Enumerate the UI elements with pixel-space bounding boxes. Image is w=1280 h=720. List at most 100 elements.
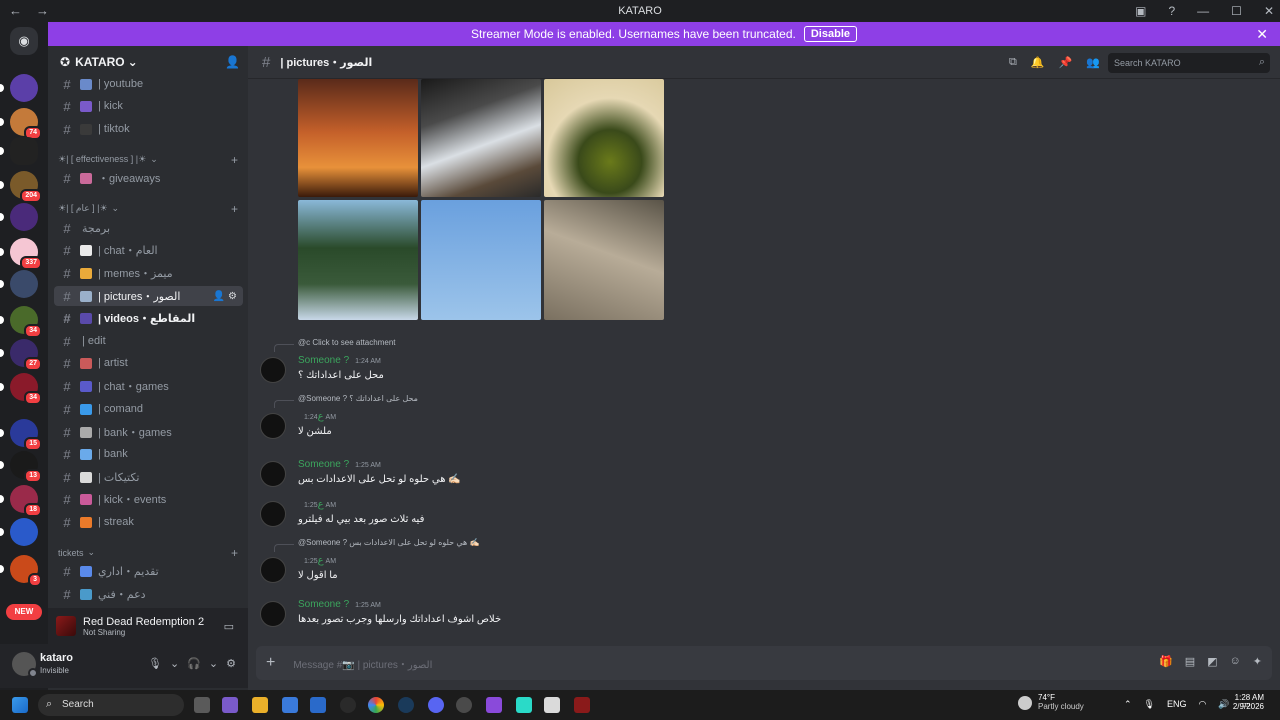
- language-indicator[interactable]: ENG: [1167, 699, 1187, 710]
- gift-icon[interactable]: 🎁: [1159, 655, 1173, 668]
- reply-preview[interactable]: @Someone ? هي حلوه لو تحل على الاعدادات …: [274, 538, 479, 552]
- close-window-button[interactable]: ✕: [1264, 4, 1274, 18]
- message-author[interactable]: Someone ?: [298, 599, 349, 610]
- reply-preview[interactable]: @c Click to see attachment: [274, 338, 396, 352]
- channel-item[interactable]: # | videos・المقاطع: [54, 308, 243, 328]
- channel-item[interactable]: # | chat・العام: [54, 240, 243, 260]
- forward-arrow-icon[interactable]: →: [36, 3, 49, 18]
- channel-item[interactable]: # | youtube: [54, 74, 243, 94]
- server-icon[interactable]: 337: [10, 238, 42, 270]
- server-icon[interactable]: 18: [10, 485, 42, 517]
- help-icon[interactable]: ?: [1168, 4, 1175, 18]
- channel-item[interactable]: # | kick: [54, 96, 243, 116]
- channel-category[interactable]: ☀| [ effectiveness ] |☀ ⌄ +: [58, 153, 238, 167]
- channel-item[interactable]: # | chat・games: [54, 376, 243, 396]
- pin-icon[interactable]: 📌: [1059, 56, 1073, 69]
- headphones-icon[interactable]: 🎧: [187, 657, 201, 670]
- discord-icon[interactable]: [428, 697, 444, 713]
- channel-item[interactable]: # تقديم・اداري: [54, 561, 243, 581]
- server-icon[interactable]: 204: [10, 171, 42, 203]
- channel-item[interactable]: # | bank・games: [54, 422, 243, 442]
- server-icon[interactable]: 74: [10, 108, 42, 140]
- maximize-button[interactable]: ☐: [1231, 4, 1242, 18]
- mic-tray-icon[interactable]: 🎙: [1144, 699, 1155, 710]
- server-icon[interactable]: 15: [10, 419, 42, 451]
- close-icon[interactable]: ✕: [1256, 26, 1268, 43]
- server-icon[interactable]: 34: [10, 373, 42, 405]
- clock[interactable]: 1:28 AM 2/9/2026: [1233, 693, 1264, 711]
- add-attachment-icon[interactable]: +: [266, 654, 275, 672]
- task-view-icon[interactable]: [194, 697, 210, 713]
- channel-category[interactable]: tickets ⌄ +: [58, 546, 238, 560]
- chevron-down-icon[interactable]: ⌄: [209, 657, 218, 670]
- gear-icon[interactable]: ⚙: [228, 291, 237, 302]
- invite-icon[interactable]: 👤: [213, 291, 225, 302]
- username[interactable]: kataro: [40, 652, 73, 664]
- settings-gear-icon[interactable]: ⚙: [226, 657, 236, 670]
- channel-item[interactable]: # | artist: [54, 353, 243, 373]
- channel-item[interactable]: # برمجة: [54, 218, 243, 238]
- attachment-image-clouds[interactable]: [544, 200, 664, 320]
- message-composer[interactable]: + Message #📷 | pictures・الصور 🎁 ▤ ◩ ☺ ✦: [256, 646, 1272, 680]
- add-channel-icon[interactable]: +: [231, 202, 238, 216]
- attachment-image-palm-trees[interactable]: [298, 200, 418, 320]
- attachment-image-flower-tree[interactable]: [544, 79, 664, 197]
- volume-icon[interactable]: 🔊: [1218, 699, 1229, 710]
- channel-item[interactable]: # | tiktok: [54, 119, 243, 139]
- discord-home-icon[interactable]: ◉: [10, 27, 38, 55]
- obs-icon[interactable]: [340, 697, 356, 713]
- server-icon[interactable]: [10, 518, 38, 546]
- hat-icon[interactable]: [544, 697, 560, 713]
- server-icon[interactable]: [10, 74, 38, 102]
- bell-icon[interactable]: 🔔: [1031, 56, 1045, 69]
- back-arrow-icon[interactable]: ←: [9, 3, 22, 18]
- threads-icon[interactable]: ⧉: [1009, 56, 1017, 69]
- member-list-icon[interactable]: 👥: [1086, 56, 1100, 69]
- channel-item[interactable]: # | bank: [54, 444, 243, 464]
- discord-active-icon[interactable]: [456, 697, 472, 713]
- taskbar-search[interactable]: ⌕ Search: [38, 694, 184, 716]
- channel-item[interactable]: # | pictures・الصور 👤 ⚙: [54, 286, 243, 306]
- add-channel-icon[interactable]: +: [231, 153, 238, 167]
- emoji-icon[interactable]: ☺: [1230, 655, 1241, 668]
- server-icon[interactable]: 27: [10, 339, 42, 371]
- server-icon[interactable]: 13: [10, 451, 42, 483]
- wifi-icon[interactable]: ◠: [1199, 699, 1207, 710]
- message-author[interactable]: Someone ?: [298, 355, 349, 366]
- apps-icon[interactable]: ✦: [1253, 655, 1262, 668]
- message-author[interactable]: ع: [318, 499, 324, 510]
- file-explorer-icon[interactable]: [252, 697, 268, 713]
- weather-widget[interactable]: 74°F Partly cloudy: [1018, 693, 1084, 711]
- server-icon[interactable]: 34: [10, 306, 42, 338]
- attachment-image-birds-sky[interactable]: [421, 200, 541, 320]
- rdr2-icon[interactable]: [574, 697, 590, 713]
- avatar[interactable]: [260, 413, 286, 439]
- inbox-icon[interactable]: ▣: [1135, 4, 1146, 18]
- sticker-icon[interactable]: ◩: [1207, 655, 1217, 668]
- chrome-icon[interactable]: [368, 697, 384, 713]
- server-icon[interactable]: 3: [10, 555, 42, 587]
- avatar[interactable]: [260, 461, 286, 487]
- new-badge[interactable]: NEW: [6, 604, 42, 620]
- channel-item[interactable]: # دعم・فني: [54, 584, 243, 604]
- server-icon[interactable]: [10, 137, 38, 165]
- microphone-icon[interactable]: 🎙: [148, 657, 162, 670]
- minimize-button[interactable]: —: [1197, 4, 1209, 18]
- invite-icon[interactable]: 👤: [225, 55, 240, 69]
- reply-preview[interactable]: @Someone ? محل على اعداداتك ؟: [274, 394, 418, 408]
- channel-item[interactable]: # | streak: [54, 512, 243, 532]
- channel-item[interactable]: # ・giveaways: [54, 168, 243, 188]
- attachment-image-reflection[interactable]: [421, 79, 541, 197]
- avatar[interactable]: [260, 357, 286, 383]
- avatar[interactable]: [260, 557, 286, 583]
- steam-icon[interactable]: [398, 697, 414, 713]
- channel-item[interactable]: # | edit: [54, 331, 243, 351]
- message-author[interactable]: ع: [318, 411, 324, 422]
- channel-item[interactable]: # | kick・events: [54, 489, 243, 509]
- message-author[interactable]: ع: [318, 555, 324, 566]
- store-icon[interactable]: [282, 697, 298, 713]
- share-screen-icon[interactable]: ▭: [224, 620, 234, 633]
- widgets-icon[interactable]: [222, 697, 238, 713]
- channel-category[interactable]: ☀| [ عام ] |☀ ⌄ +: [58, 202, 238, 216]
- server-icon[interactable]: [10, 270, 38, 298]
